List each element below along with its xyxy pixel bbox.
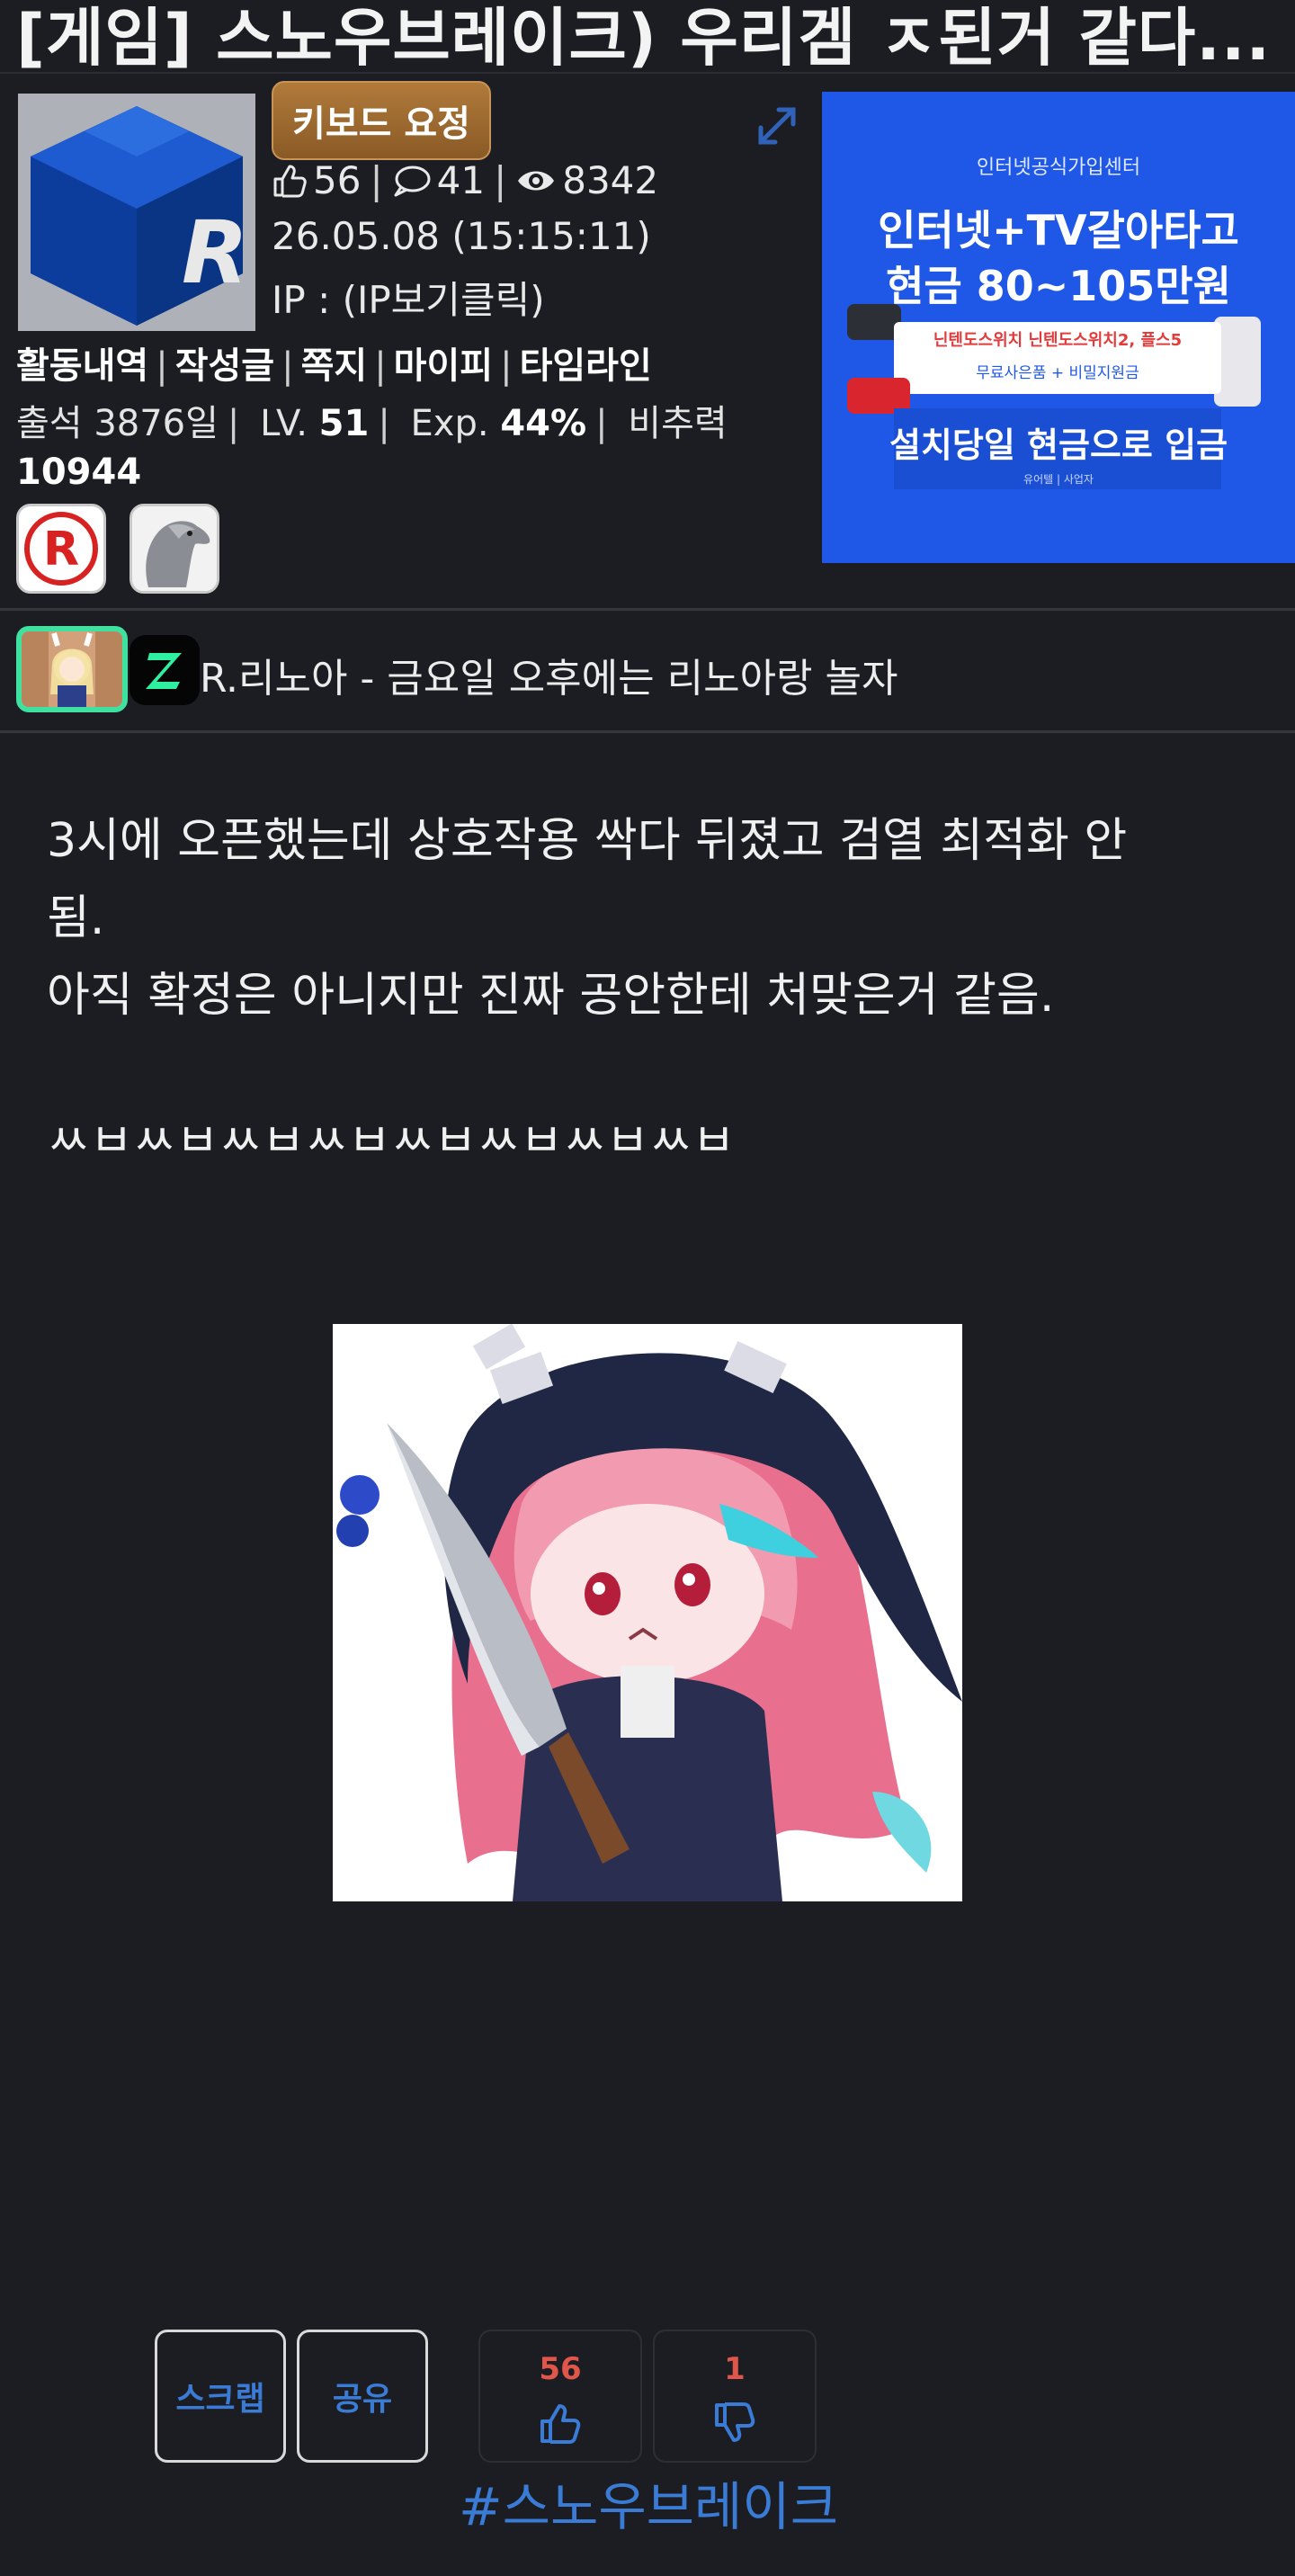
author-avatar[interactable]: R (18, 94, 255, 331)
post-date: 26.05.08 (15:15:11) (272, 214, 651, 258)
svg-text:R: R (43, 523, 79, 577)
author-links: 활동내역 | 작성글 | 쪽지 | 마이피 | 타임라인 (16, 345, 652, 387)
attendance: 출석 3876일 (16, 403, 219, 444)
points-value: 10944 (16, 452, 142, 493)
registered-medal-icon[interactable]: R (16, 504, 106, 594)
comment-icon (394, 165, 431, 196)
ad-headline-3: 설치당일 현금으로 입금 (889, 425, 1228, 465)
post-title: [게임] 스노우브레이크) 우리겜 ㅈ된거 같다... (16, 1, 1272, 68)
post-image[interactable] (333, 1324, 962, 1901)
share-button[interactable]: 공유 (297, 2330, 428, 2463)
z-app-icon (130, 635, 200, 705)
post-stats: 56 | 41 | 8342 (272, 158, 658, 202)
upvote-count: 56 (539, 2351, 582, 2387)
svg-text:R: R (182, 202, 248, 303)
link-mypi[interactable]: 마이피 (394, 345, 493, 387)
title-divider (0, 72, 1295, 74)
upvote-button[interactable]: 56 (478, 2330, 642, 2463)
body-line-4: ㅆㅂㅆㅂㅆㅂㅆㅂㅆㅂㅆㅂㅆㅂㅆㅂ (47, 1114, 736, 1153)
user-title-badge: 키보드 요정 (272, 81, 491, 160)
ad-info-box: 닌텐도스위치 닌텐도스위치2, 플스5 무료사은품 + 비밀지원금 (894, 322, 1221, 394)
signature-character-icon (16, 626, 128, 712)
thumbs-up-icon (273, 165, 307, 197)
ad-banner[interactable]: 인터넷공식가입센터 인터넷+TV갈아타고 현금 80~105만원 닌텐도스위치 … (822, 92, 1295, 563)
ip-link[interactable]: IP : (IP보기클릭) (272, 270, 545, 325)
link-posts[interactable]: 작성글 (175, 345, 274, 387)
eye-icon (518, 171, 555, 190)
comment-count: 41 (436, 158, 486, 202)
dolphin-medal-icon[interactable] (130, 504, 219, 594)
exp-label: Exp. (410, 403, 489, 444)
level-value: 51 (318, 403, 370, 444)
link-timeline[interactable]: 타임라인 (520, 345, 652, 387)
ad-top-text: 인터넷공식가입센터 (976, 157, 1141, 179)
ad-device-image (847, 304, 901, 340)
level-label: LV. (260, 403, 308, 444)
post-tag-link[interactable]: #스노우브레이크 (459, 2464, 838, 2540)
ad-sub-1: 닌텐도스위치 닌텐도스위치2, 플스5 (933, 331, 1183, 350)
body-line-2: 됨. (47, 891, 105, 945)
ad-sub-2: 무료사은품 + 비밀지원금 (976, 364, 1139, 382)
exp-value: 44% (500, 403, 587, 444)
body-line-1: 3시에 오픈했는데 상호작용 싹다 뒤졌고 검열 최적화 안 (47, 814, 1128, 868)
like-count: 56 (313, 158, 362, 202)
body-line-3: 아직 확정은 아니지만 진짜 공안한테 처맞은거 같음. (47, 969, 1055, 1023)
author-stats: 출석 3876일 | LV. 51 | Exp. 44% | 비추력 (16, 403, 728, 444)
expand-icon[interactable] (757, 106, 797, 146)
signature-text: R.리노아 - 금요일 오후에는 리노아랑 놀자 (200, 656, 898, 702)
link-message[interactable]: 쪽지 (301, 345, 368, 387)
divider-top (0, 608, 1295, 611)
ad-headline-1: 인터넷+TV갈아타고 (878, 206, 1239, 255)
view-count: 8342 (562, 158, 659, 202)
downvote-count: 1 (724, 2351, 746, 2387)
divider-bottom (0, 730, 1295, 733)
link-activity[interactable]: 활동내역 (16, 345, 148, 387)
thumbs-down-icon (715, 2402, 755, 2442)
scrap-button[interactable]: 스크랩 (155, 2330, 286, 2463)
downvote-button[interactable]: 1 (653, 2330, 817, 2463)
ad-footer: 유어텔 | 사업자 (1023, 473, 1094, 486)
points-label: 비추력 (628, 403, 728, 444)
thumbs-up-icon (540, 2404, 581, 2444)
